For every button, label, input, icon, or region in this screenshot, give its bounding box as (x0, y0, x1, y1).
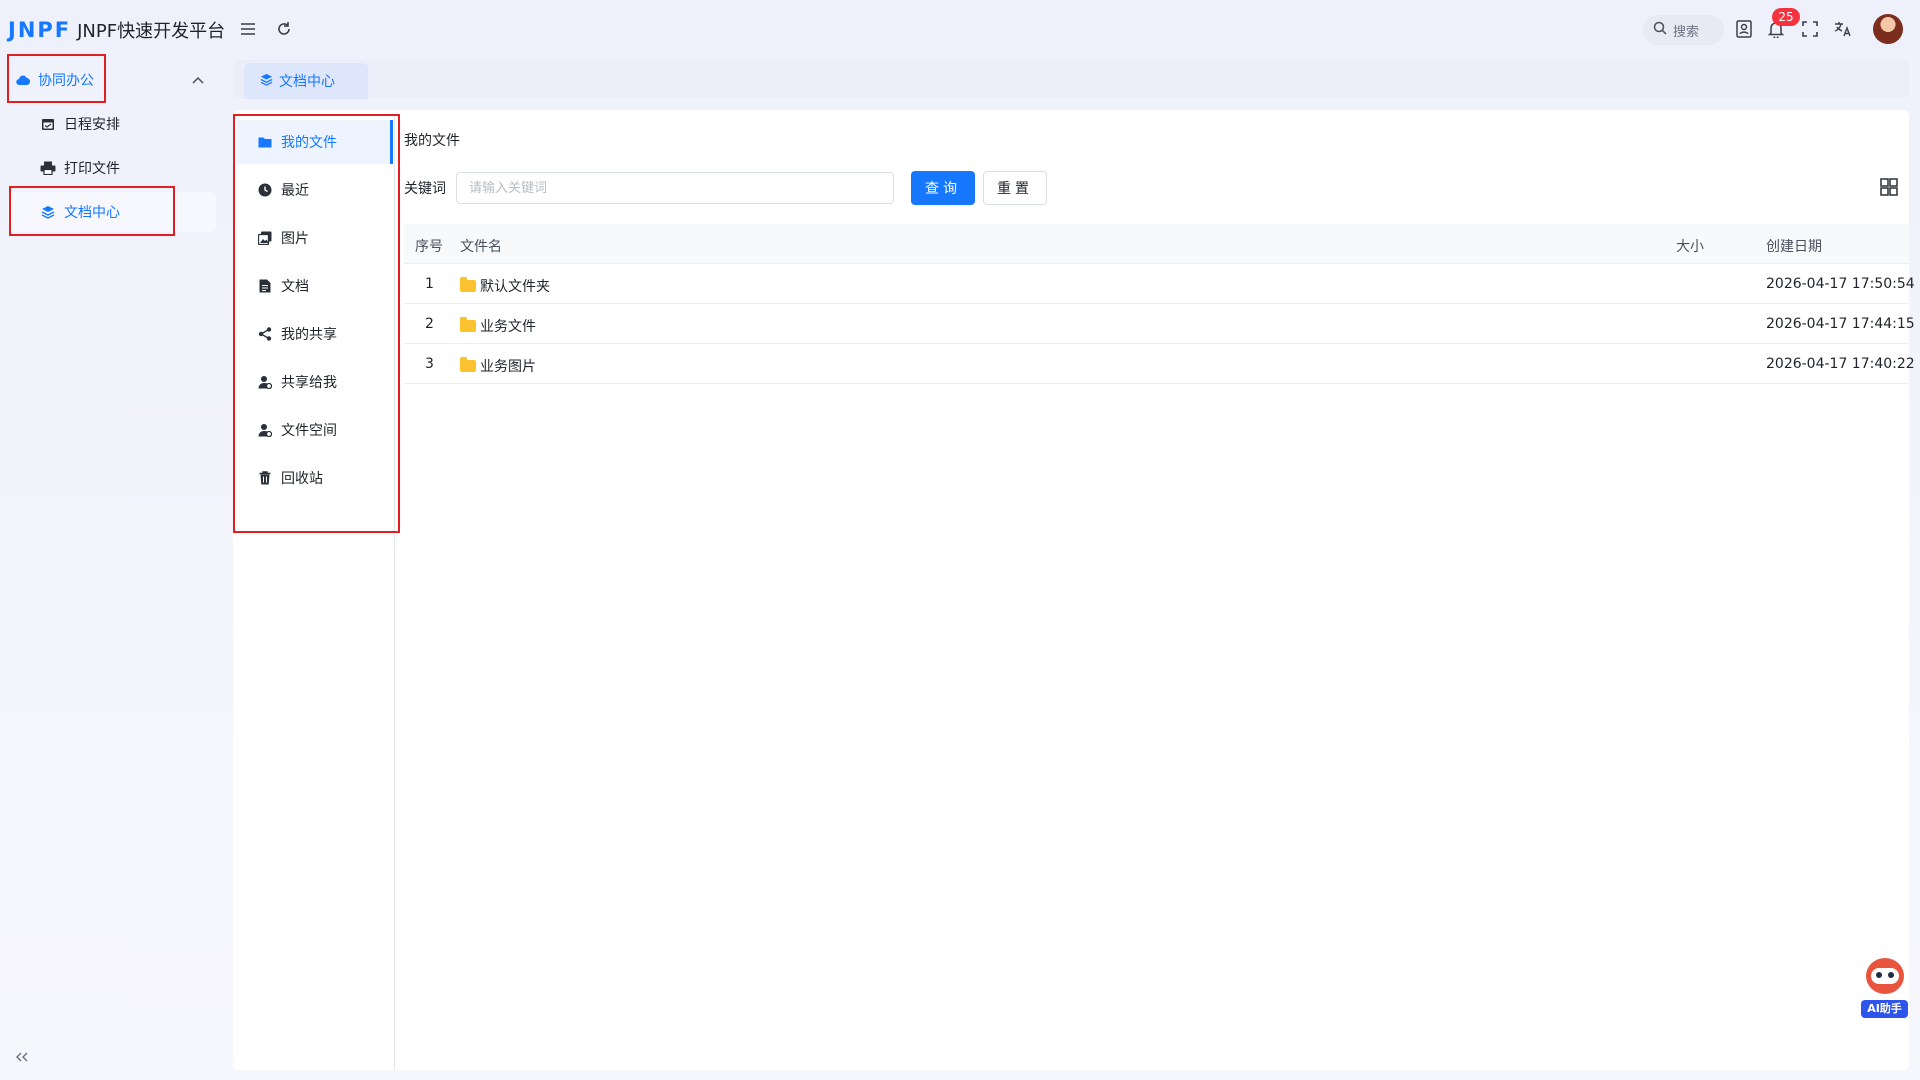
row-index: 1 (425, 276, 434, 292)
side-item-label: 回收站 (281, 471, 323, 487)
table-row[interactable] (404, 264, 1909, 304)
row-created: 2026-04-17 17:40:22 (1766, 356, 1915, 372)
robot-eye (1876, 972, 1882, 978)
query-button[interactable]: 查询 (911, 171, 975, 205)
side-item-label: 我的文件 (281, 135, 337, 151)
folder-icon (460, 357, 476, 372)
keyword-input[interactable] (456, 172, 894, 204)
header-search[interactable]: 搜索 (1643, 15, 1724, 45)
chevron-up-icon[interactable] (192, 72, 204, 88)
file-name-text: 默认文件夹 (480, 279, 550, 295)
user-share-icon (257, 375, 273, 389)
menu-toggle-icon[interactable] (237, 18, 259, 40)
side-item-file-space[interactable]: 文件空间 (237, 408, 393, 452)
printer-icon (40, 161, 56, 175)
file-name-text: 业务文件 (480, 319, 536, 335)
side-item-label: 文档 (281, 279, 309, 295)
clock-icon (257, 183, 273, 197)
side-item-my-shares[interactable]: 我的共享 (237, 312, 393, 356)
reset-button[interactable]: 重置 (983, 171, 1047, 205)
calendar-icon (40, 117, 56, 131)
keyword-label: 关键词 (404, 181, 446, 197)
tab-document-center[interactable]: 文档中心 (244, 63, 368, 99)
nav-item-label: 日程安排 (64, 117, 120, 133)
contact-card-icon[interactable] (1733, 18, 1755, 40)
collapse-sidebar-icon[interactable] (16, 1050, 28, 1066)
trash-icon (257, 471, 273, 485)
nav-group-collaboration[interactable]: 协同办公 (8, 60, 216, 100)
ai-assistant-button[interactable]: AI助手 (1858, 952, 1910, 1022)
column-header-index: 序号 (415, 239, 443, 255)
row-created: 2026-04-17 17:50:54 (1766, 276, 1915, 292)
side-item-images[interactable]: 图片 (237, 216, 393, 260)
row-created: 2026-04-17 17:44:15 (1766, 316, 1915, 332)
cloud-icon (16, 74, 30, 86)
fullscreen-icon[interactable] (1799, 18, 1821, 40)
folder-icon (460, 277, 476, 292)
notification-badge: 25 (1772, 8, 1800, 26)
image-icon (257, 231, 273, 245)
ai-assistant-label: AI助手 (1861, 1000, 1908, 1018)
side-item-recycle-bin[interactable]: 回收站 (237, 456, 393, 500)
tab-label: 文档中心 (279, 74, 335, 90)
table-row[interactable] (404, 304, 1909, 344)
nav-item-document-center[interactable]: 文档中心 (8, 192, 216, 232)
document-icon (257, 279, 273, 293)
tab-bar (233, 60, 1909, 98)
side-item-documents[interactable]: 文档 (237, 264, 393, 308)
side-item-my-files[interactable]: 我的文件 (237, 120, 393, 164)
nav-item-print[interactable]: 打印文件 (8, 148, 216, 188)
folder-icon (257, 136, 273, 148)
layers-icon (40, 205, 56, 219)
user-space-icon (257, 423, 273, 437)
nav-item-schedule[interactable]: 日程安排 (8, 104, 216, 144)
row-file-name[interactable]: 默认文件夹 (460, 276, 550, 296)
folder-icon (460, 317, 476, 332)
breadcrumb: 我的文件 (404, 133, 460, 149)
side-item-shared-with-me[interactable]: 共享给我 (237, 360, 393, 404)
nav-item-label: 文档中心 (64, 205, 120, 221)
row-file-name[interactable]: 业务图片 (460, 356, 536, 376)
side-item-label: 共享给我 (281, 375, 337, 391)
refresh-icon[interactable] (273, 18, 295, 40)
side-item-label: 图片 (281, 231, 309, 247)
side-item-recent[interactable]: 最近 (237, 168, 393, 212)
row-file-name[interactable]: 业务文件 (460, 316, 536, 336)
search-label: 搜索 (1673, 24, 1700, 40)
file-name-text: 业务图片 (480, 359, 536, 375)
grid-view-icon[interactable] (1880, 178, 1898, 200)
side-item-label: 我的共享 (281, 327, 337, 343)
column-header-size: 大小 (1676, 239, 1704, 255)
column-header-created: 创建日期 (1766, 239, 1822, 255)
layers-icon (260, 73, 273, 90)
side-item-label: 最近 (281, 183, 309, 199)
user-avatar[interactable] (1873, 14, 1903, 44)
logo-mark: JNPF (8, 18, 72, 42)
search-icon (1653, 21, 1667, 39)
nav-group-label: 协同办公 (38, 73, 94, 89)
app-logo: JNPF JNPF快速开发平台 (8, 14, 225, 46)
column-header-name: 文件名 (460, 239, 502, 255)
table-row[interactable] (404, 344, 1909, 384)
robot-eye (1888, 972, 1894, 978)
side-item-label: 文件空间 (281, 423, 337, 439)
nav-item-label: 打印文件 (64, 161, 120, 177)
row-index: 3 (425, 356, 434, 372)
share-icon (257, 327, 273, 341)
translate-icon[interactable] (1832, 18, 1854, 40)
app-title: JNPF快速开发平台 (77, 21, 226, 42)
row-index: 2 (425, 316, 434, 332)
